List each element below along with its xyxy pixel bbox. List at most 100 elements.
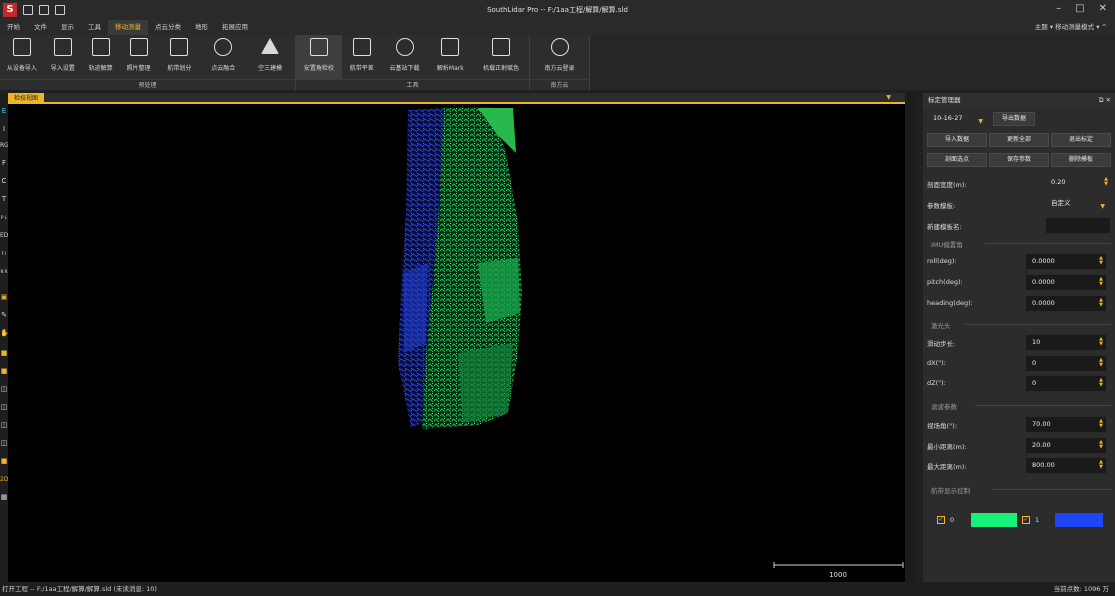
fov-input[interactable]: 70.00 ▲ ▼ xyxy=(1025,416,1107,433)
dz-input[interactable]: 0 ▲ ▼ xyxy=(1025,375,1107,392)
strip0-checkbox[interactable]: ✓ xyxy=(937,516,945,524)
view-scrollbar[interactable] xyxy=(905,93,917,582)
panel-close-icon[interactable]: ✕ xyxy=(1106,96,1111,104)
max-distance-label: 最大距离(m): xyxy=(927,463,967,471)
min-distance-input[interactable]: 20.00 ▲ ▼ xyxy=(1025,437,1107,454)
profile-pick-button[interactable]: 剖面选点 xyxy=(927,153,987,167)
divider xyxy=(975,405,1111,406)
fov-label: 视场角(°): xyxy=(927,422,958,430)
strip0-label: 0 xyxy=(950,516,955,524)
template-select[interactable]: 自定义 ▼ xyxy=(1045,196,1111,213)
close-button[interactable]: ✕ xyxy=(1099,3,1107,14)
cube-right-icon[interactable]: ◫ xyxy=(0,403,8,412)
open-folder-icon[interactable] xyxy=(39,5,49,15)
hand-icon[interactable]: ✋ xyxy=(0,329,9,338)
trajectory-solve-button[interactable]: 轨迹解算 xyxy=(82,35,120,79)
menu-start[interactable]: 开始 xyxy=(0,20,27,35)
cube-top-icon[interactable]: ■ xyxy=(0,367,8,376)
dz-label: dZ("): xyxy=(927,379,946,387)
update-all-button[interactable]: 更新全部 xyxy=(989,133,1049,147)
menu-file[interactable]: 文件 xyxy=(27,20,54,35)
step-input[interactable]: 10 ▲ ▼ xyxy=(1025,334,1107,351)
max-distance-input[interactable]: 800.00 ▲ ▼ xyxy=(1025,457,1107,474)
calibration-manager-panel: 标定管理器 ⧉ ✕ 10-16-27 ▼ 导出数据 导入数据 更新全部 退出标定… xyxy=(923,93,1115,582)
minimize-button[interactable]: – xyxy=(1056,3,1061,14)
pitch-input[interactable]: 0.0000 ▲ ▼ xyxy=(1025,274,1107,291)
heading-input[interactable]: 0.0000 ▲ ▼ xyxy=(1025,295,1107,312)
save-icon[interactable] xyxy=(55,5,65,15)
toolbar-nr[interactable]: N R xyxy=(0,267,8,276)
menu-tools[interactable]: 工具 xyxy=(81,20,108,35)
folder-icon[interactable]: ▣ xyxy=(0,293,8,302)
cloud-base-download-button[interactable]: 云基站下载 xyxy=(382,35,428,79)
spin-arrows-icon[interactable]: ▲ ▼ xyxy=(1099,378,1103,388)
import-icon xyxy=(53,38,72,56)
profile-width-input[interactable]: 0.20 ▲ ▼ xyxy=(1045,175,1111,192)
spin-arrows-icon[interactable]: ▲ ▼ xyxy=(1099,419,1103,429)
delete-template-button[interactable]: 删除模板 xyxy=(1051,153,1111,167)
spin-arrows-icon[interactable]: ▲ ▼ xyxy=(1099,440,1103,450)
menu-extensions[interactable]: 拓展应用 xyxy=(215,20,255,35)
toolbar-i[interactable]: I xyxy=(0,125,8,134)
cube-iso-icon[interactable]: ■ xyxy=(0,457,8,466)
import-settings-button[interactable]: 导入设置 xyxy=(44,35,82,79)
toolbar-e[interactable]: E xyxy=(0,107,8,116)
user-icon xyxy=(550,38,569,56)
spin-arrows-icon[interactable]: ▲ ▼ xyxy=(1099,277,1103,287)
grid-icon[interactable]: ▦ xyxy=(0,493,8,502)
calibration-view[interactable]: 检校视图 ▼ 1000 xyxy=(8,93,905,582)
save-params-button[interactable]: 保存参数 xyxy=(989,153,1049,167)
spin-arrows-icon[interactable]: ▲ ▼ xyxy=(1099,358,1103,368)
theme-mode-menu[interactable]: 主题 ▾ 移动测量模式 ▾ ^ xyxy=(1035,20,1107,35)
import-data-button[interactable]: 导入数据 xyxy=(927,133,987,147)
toolbar-f[interactable]: F xyxy=(0,159,8,168)
strip-divide-button[interactable]: 航带划分 xyxy=(157,35,201,79)
dx-input[interactable]: 0 ▲ ▼ xyxy=(1025,355,1107,372)
menu-mobile-survey[interactable]: 移动测量 xyxy=(108,20,148,35)
pos-icon xyxy=(214,38,233,56)
toolbar-t[interactable]: T xyxy=(0,195,8,204)
spin-arrows-icon[interactable]: ▲ ▼ xyxy=(1099,460,1103,470)
boresight-calibration-button[interactable]: 安置角检校 xyxy=(296,35,342,79)
parse-mark-button[interactable]: 解析Mark xyxy=(427,35,473,79)
spin-arrows-icon[interactable]: ▲ ▼ xyxy=(1104,177,1108,187)
strip0-color-swatch[interactable] xyxy=(971,513,1017,527)
cube-front-icon[interactable]: ■ xyxy=(0,349,8,358)
scale-label: 1000 xyxy=(829,571,847,579)
exit-calibration-button[interactable]: 退出标定 xyxy=(1051,133,1111,147)
spin-arrows-icon[interactable]: ▲ ▼ xyxy=(1099,298,1103,308)
session-select[interactable]: 10-16-27 ▼ xyxy=(927,112,985,127)
strip1-color-swatch[interactable] xyxy=(1055,513,1103,527)
point-cloud-fusion-button[interactable]: 点云融合 xyxy=(201,35,245,79)
pen-icon[interactable]: ✎ xyxy=(0,311,8,320)
toolbar-rgb[interactable]: RGB xyxy=(0,141,13,150)
spin-arrows-icon[interactable]: ▲ ▼ xyxy=(1099,256,1103,266)
menu-classification[interactable]: 点云分类 xyxy=(148,20,188,35)
strip1-checkbox[interactable]: ✓ xyxy=(1022,516,1030,524)
cube-bottom-icon[interactable]: ◫ xyxy=(0,439,8,448)
heading-label: heading(deg): xyxy=(927,299,973,307)
toolbar-c[interactable]: C xyxy=(0,177,8,186)
import-from-device-button[interactable]: 从设备导入 xyxy=(0,35,44,79)
photo-organize-button[interactable]: 照片整理 xyxy=(120,35,158,79)
menu-display[interactable]: 显示 xyxy=(54,20,81,35)
ortho-color-button[interactable]: 机载正射赋色 xyxy=(473,35,529,79)
cube-back-icon[interactable]: ◫ xyxy=(0,421,8,430)
cube-left-icon[interactable]: ◫ xyxy=(0,385,8,394)
toolbar-fi[interactable]: F I xyxy=(0,249,8,258)
roll-input[interactable]: 0.0000 ▲ ▼ xyxy=(1025,253,1107,270)
point-cloud-canvas[interactable]: 1000 xyxy=(8,93,905,582)
toolbar-edl[interactable]: EDL xyxy=(0,231,12,240)
maximize-button[interactable]: □ xyxy=(1075,3,1084,14)
toolbar-pl[interactable]: P L xyxy=(0,213,8,222)
strip-adjustment-button[interactable]: 航带平差 xyxy=(342,35,382,79)
float-icon[interactable]: ⧉ xyxy=(1099,96,1104,104)
new-file-icon[interactable] xyxy=(23,5,33,15)
south-cloud-login-button[interactable]: 南方云登录 xyxy=(530,35,589,79)
spin-arrows-icon[interactable]: ▲ ▼ xyxy=(1099,337,1103,347)
toolbar-2d[interactable]: 2D xyxy=(0,475,8,484)
menu-terrain[interactable]: 地形 xyxy=(188,20,215,35)
export-data-button[interactable]: 导出数据 xyxy=(993,112,1035,126)
aerial-triangulation-button[interactable]: 空三建模 xyxy=(245,35,295,79)
new-template-input[interactable] xyxy=(1045,217,1111,234)
